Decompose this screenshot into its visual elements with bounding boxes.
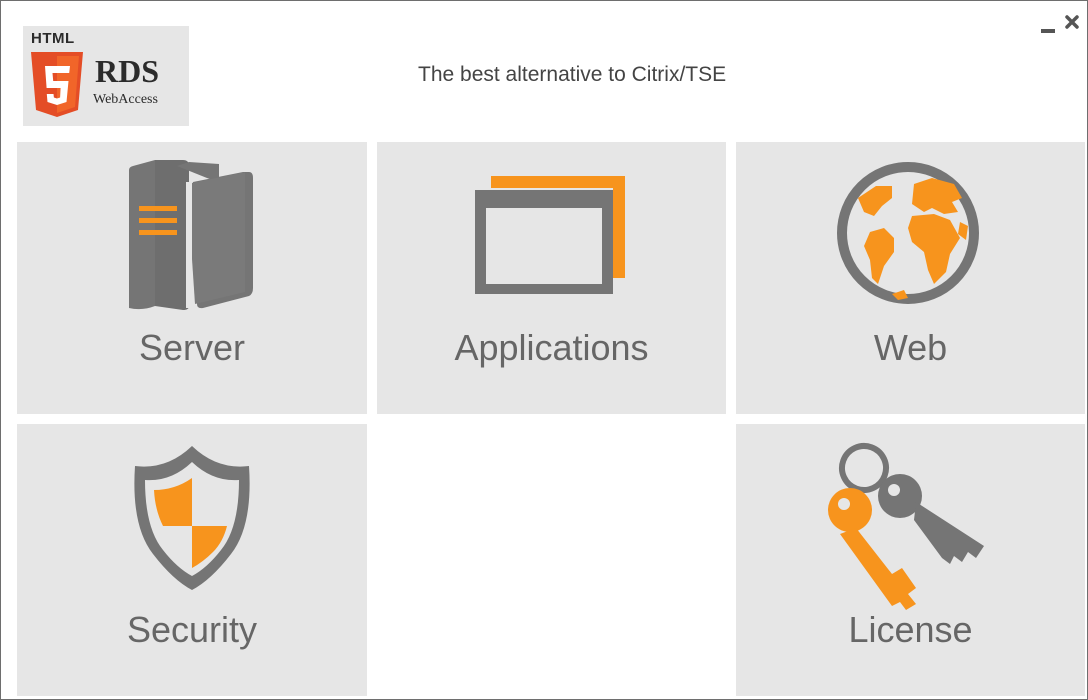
logo-html-text: HTML bbox=[31, 30, 75, 47]
web-tile[interactable]: Web bbox=[736, 142, 1085, 414]
keys-icon bbox=[828, 443, 984, 610]
applications-icon bbox=[475, 176, 625, 294]
minimize-icon bbox=[1041, 29, 1055, 33]
tagline: The best alternative to Citrix/TSE bbox=[418, 63, 727, 86]
security-label: Security bbox=[126, 609, 258, 650]
server-label: Server bbox=[138, 327, 246, 368]
globe-icon bbox=[837, 162, 979, 304]
web-label: Web bbox=[873, 327, 948, 368]
close-icon bbox=[1065, 15, 1079, 29]
app-window: HTML RDS WebAccess The best alternative … bbox=[0, 0, 1088, 700]
close-button[interactable] bbox=[1063, 13, 1083, 37]
window-controls bbox=[1037, 13, 1087, 37]
security-tile[interactable]: Security bbox=[17, 424, 367, 696]
applications-label: Applications bbox=[454, 327, 649, 368]
license-label: License bbox=[848, 609, 973, 650]
applications-tile[interactable]: Applications bbox=[377, 142, 726, 414]
html5-shield-icon bbox=[31, 52, 83, 117]
logo-rds-text: RDS bbox=[95, 53, 160, 89]
license-tile[interactable]: License bbox=[736, 424, 1085, 696]
server-tile[interactable]: Server bbox=[17, 142, 367, 414]
minimize-button[interactable] bbox=[1039, 13, 1059, 37]
server-icon bbox=[129, 160, 253, 310]
shield-icon bbox=[134, 446, 250, 590]
rds-webaccess-logo: HTML RDS WebAccess bbox=[23, 26, 189, 126]
logo-webaccess-text: WebAccess bbox=[93, 92, 158, 107]
